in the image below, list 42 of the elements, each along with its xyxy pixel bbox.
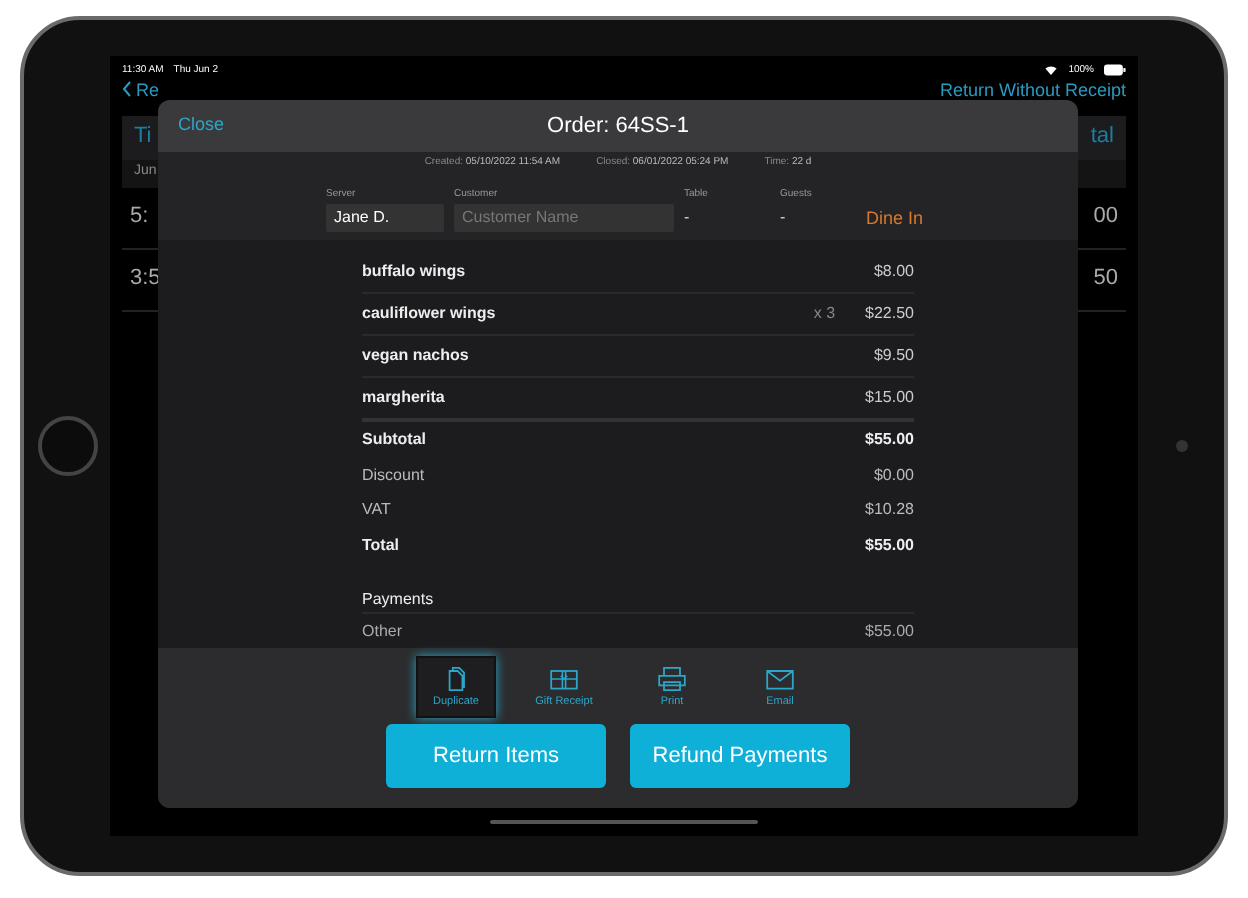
receipt-time: 5: [130,204,149,232]
payment-amount: $55.00 [865,622,914,641]
item-name: buffalo wings [362,262,466,281]
total-value: $0.00 [873,465,914,484]
total-label: Discount [362,465,425,484]
order-type-link[interactable]: Dine In [866,203,924,232]
dialog-title: Order: 64SS-1 [547,113,689,138]
item-price: $8.00 [873,262,914,281]
item-price: $15.00 [865,388,914,407]
payment-method: Other [362,622,403,641]
guests-value: - [780,205,788,230]
receipt-total: 00 [1093,204,1118,232]
battery-icon [1104,63,1126,75]
total-value: $55.00 [865,430,914,449]
column-header: Ti [134,124,152,152]
return-without-receipt-link[interactable]: Return Without Receipt [939,79,1126,99]
total-value: $10.28 [865,500,914,519]
wifi-icon [1044,63,1059,75]
home-button[interactable] [37,416,97,476]
item-price: $22.50 [865,304,914,323]
item-name: cauliflower wings [362,304,496,323]
total-label: VAT [362,500,391,519]
camera-icon [1175,440,1187,452]
item-name: vegan nachos [362,346,469,365]
item-quantity: x 3 [813,304,836,323]
table-value: - [684,205,692,230]
back-button[interactable]: Re [136,79,160,99]
server-field[interactable]: Jane D. [326,203,444,232]
close-button[interactable]: Close [178,114,225,134]
customer-field[interactable]: Customer Name [454,203,674,232]
gift-card-icon [548,666,580,693]
total-value: $55.00 [865,535,914,554]
envelope-icon [764,666,796,693]
payments-heading: Payments [362,589,434,608]
receipt-total: 50 [1093,266,1118,294]
item-name: margherita [362,388,445,407]
total-label: Total [362,535,400,554]
total-label: Subtotal [362,430,426,449]
column-header: tal [1090,124,1114,152]
printer-icon [656,666,688,693]
item-price: $9.50 [873,346,914,365]
back-chevron-icon [122,80,132,98]
